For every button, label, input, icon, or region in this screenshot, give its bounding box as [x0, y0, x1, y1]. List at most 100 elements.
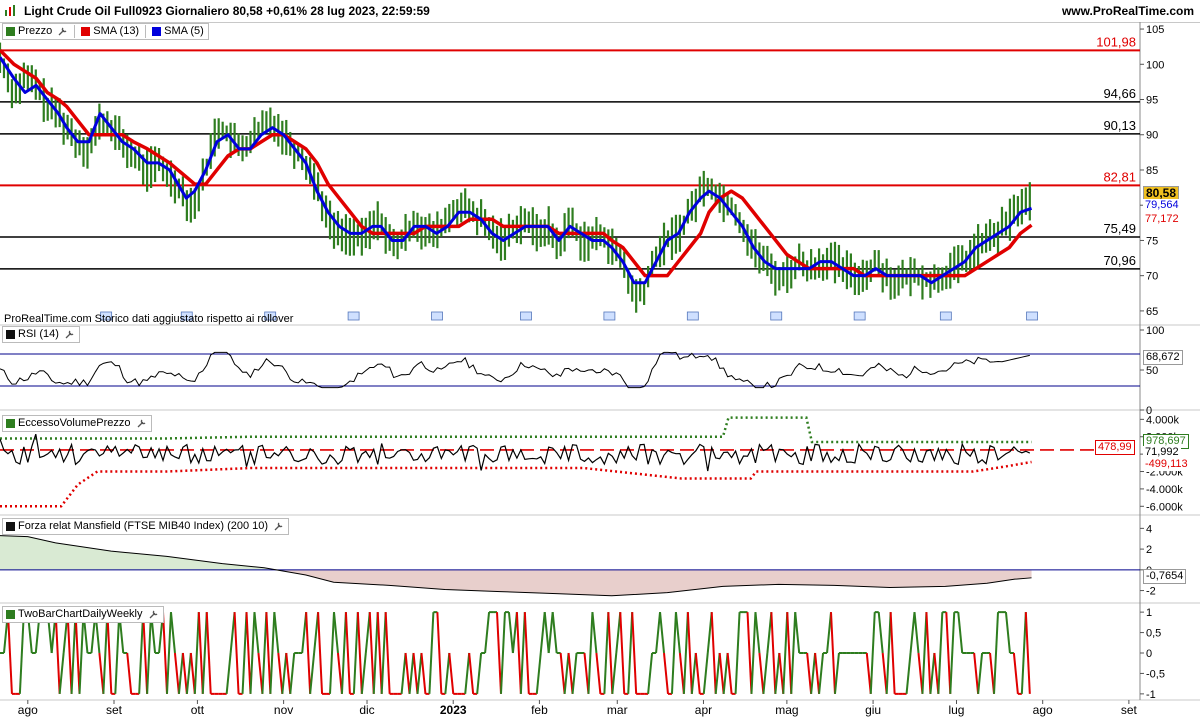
twobar-segment — [416, 652, 423, 694]
twobar-segment — [332, 612, 339, 654]
event-marker-icon — [431, 311, 443, 321]
wrench-icon[interactable] — [273, 521, 284, 532]
twobar-segment — [913, 612, 920, 654]
twobar-segment — [607, 612, 614, 694]
twobar-segment — [734, 612, 741, 694]
twobar-tick-label: -0,5 — [1146, 668, 1165, 680]
twobar-segment — [718, 652, 725, 694]
twobar-segment — [106, 612, 113, 694]
twobar-segment — [380, 612, 387, 694]
twobar-segment — [448, 652, 455, 694]
mansfield-legend[interactable]: Forza relat Mansfield (FTSE MIB40 Index)… — [2, 518, 290, 535]
twobar-segment — [690, 652, 697, 694]
price-level-label: 94,66 — [1103, 86, 1136, 101]
evp-label: EccessoVolumePrezzo — [18, 417, 131, 429]
twobar-segment — [686, 612, 693, 694]
evp-tick-label: 4.000k — [1146, 414, 1180, 426]
twobar-segment — [408, 652, 415, 694]
twobar-segment — [539, 612, 546, 654]
twobar-segment — [957, 612, 964, 654]
wrench-icon[interactable] — [57, 26, 68, 37]
twobar-segment — [993, 612, 999, 694]
x-tick-label: mar — [607, 703, 628, 717]
wrench-icon[interactable] — [148, 609, 159, 620]
twobar-segment — [746, 612, 753, 694]
twobar-segment — [468, 652, 475, 694]
twobar-segment — [372, 612, 379, 694]
wrench-icon[interactable] — [136, 418, 147, 429]
x-tick-label: 2023 — [440, 703, 467, 717]
twobar-segment — [436, 612, 443, 694]
twobar-segment — [973, 652, 980, 694]
twobar-swatch — [6, 610, 15, 619]
twobar-segment — [702, 652, 709, 694]
twobar-legend[interactable]: TwoBarChartDailyWeekly — [2, 606, 164, 623]
x-tick-label: mag — [775, 703, 798, 717]
twobar-segment — [611, 652, 618, 694]
twobar-segment — [193, 612, 200, 694]
twobar-segment — [567, 652, 574, 694]
price-level-label: 70,96 — [1103, 253, 1136, 268]
rsi-tick-label: 100 — [1146, 325, 1164, 337]
twobar-segment — [142, 612, 149, 694]
price-tick-label: 90 — [1146, 130, 1158, 142]
twobar-segment — [273, 612, 280, 654]
price-bars — [0, 42, 1031, 313]
twobar-segment — [1004, 612, 1011, 654]
twobar-segment — [269, 612, 276, 694]
event-marker-icon — [347, 311, 360, 321]
event-marker-icon — [520, 311, 532, 321]
twobar-segment — [670, 612, 677, 694]
evp-tick-label: -4.000k — [1146, 484, 1183, 496]
mansfield-last-tag: -0,7654 — [1143, 569, 1187, 584]
x-tick-label: ott — [191, 703, 205, 717]
twobar-segment — [591, 612, 598, 654]
wrench-icon[interactable] — [64, 329, 75, 340]
x-tick-label: dic — [359, 703, 374, 717]
twobar-segment — [70, 612, 77, 694]
twobar-tick-label: 0,5 — [1146, 628, 1161, 640]
twobar-segment — [253, 612, 260, 654]
twobar-segment — [169, 612, 176, 654]
price-legend[interactable]: Prezzo SMA (13) SMA (5) — [2, 23, 209, 40]
twobar-segment — [499, 612, 506, 694]
event-marker-icon — [770, 311, 783, 321]
price-tick-label: 65 — [1146, 306, 1158, 318]
twobar-segment — [1024, 612, 1031, 694]
twobar-segment — [360, 652, 367, 694]
twobar-segment — [464, 652, 471, 694]
twobar-segment — [770, 612, 777, 694]
mansfield-swatch — [6, 522, 15, 531]
twobar-segment — [496, 612, 502, 694]
twobar-segment — [663, 652, 669, 694]
twobar-segment — [428, 612, 435, 694]
evp-legend[interactable]: EccessoVolumePrezzo — [2, 415, 152, 432]
twobar-segment — [563, 652, 570, 694]
evp-tick-label: -6.000k — [1146, 501, 1183, 513]
twobar-segment — [655, 612, 662, 654]
chart-area[interactable]: 105100959085807570651005004.000k2.000k0-… — [0, 0, 1200, 720]
twobar-segment — [535, 652, 542, 694]
twobar-segment — [289, 652, 296, 694]
evp-lower-tag: -499,113 — [1143, 458, 1190, 471]
twobar-label: TwoBarChartDailyWeekly — [18, 608, 143, 620]
twobar-segment — [241, 612, 248, 694]
sma13-tag: 77,172 — [1143, 213, 1181, 226]
rsi-legend[interactable]: RSI (14) — [2, 326, 80, 343]
twobar-segment — [750, 612, 757, 694]
twobar-segment — [305, 612, 312, 694]
twobar-tick-label: 1 — [1146, 607, 1152, 619]
rsi-label: RSI (14) — [18, 328, 59, 340]
twobar-segment — [233, 612, 240, 694]
twobar-segment — [317, 612, 324, 694]
twobar-segment — [18, 612, 25, 694]
x-tick-label: set — [1121, 703, 1138, 717]
twobar-segment — [126, 652, 133, 694]
price-tick-label: 85 — [1146, 165, 1158, 177]
twobar-segment — [810, 652, 817, 694]
twobar-segment — [420, 652, 427, 694]
twobar-segment — [205, 612, 212, 694]
twobar-segment — [329, 612, 335, 694]
sma5-swatch — [152, 27, 162, 36]
rsi-line — [0, 351, 1030, 389]
